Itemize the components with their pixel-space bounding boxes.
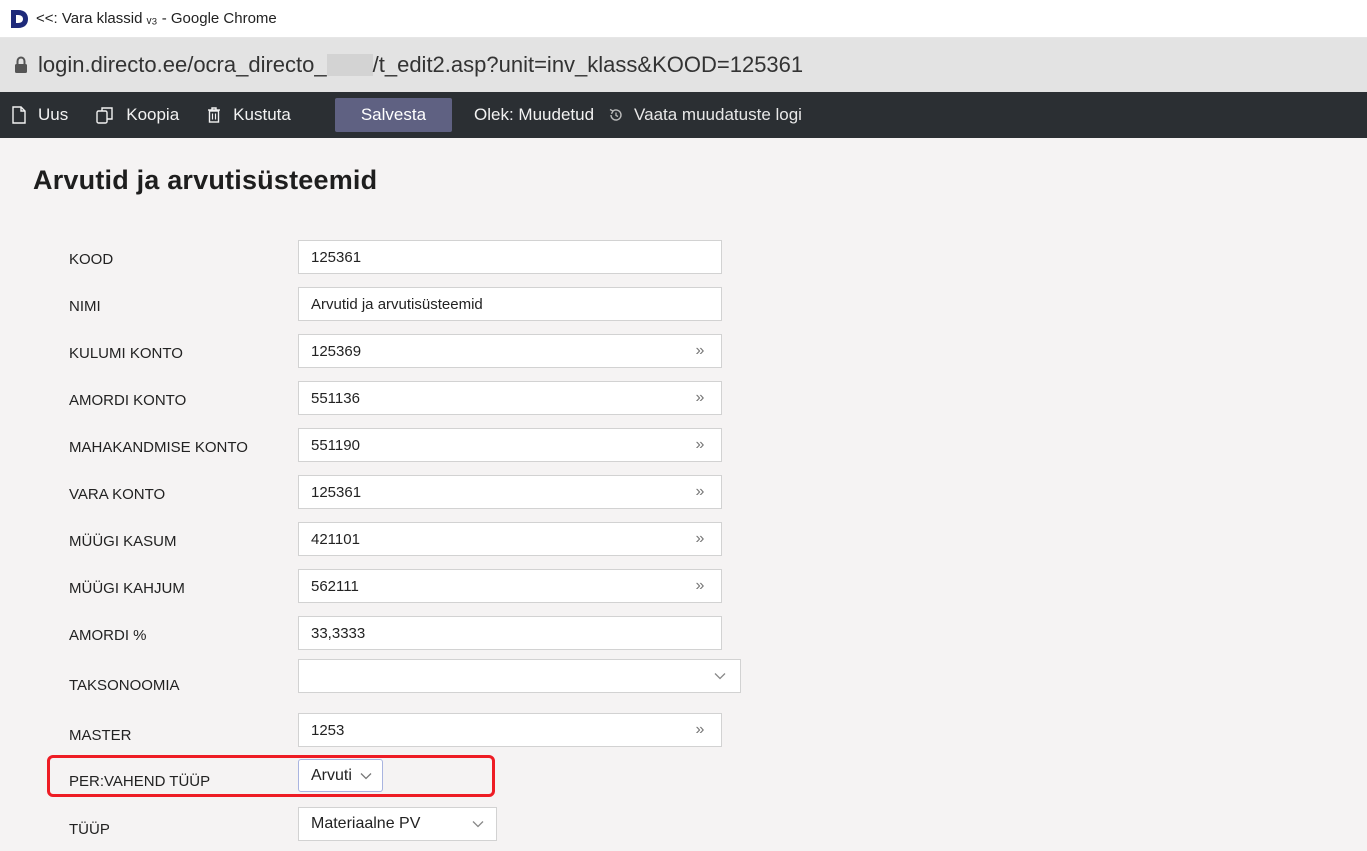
url-text-start: login.directo.ee/ocra_directo_ bbox=[38, 52, 327, 77]
amordi-konto-value: 551136 bbox=[311, 389, 360, 407]
delete-button-label: Kustuta bbox=[233, 105, 291, 124]
nimi-label: NIMI bbox=[69, 298, 101, 315]
window-titlebar: <<: Vara klassid ᵥ₃ - Google Chrome bbox=[0, 0, 1367, 38]
status-text: Olek: Muudetud bbox=[474, 105, 595, 124]
form-row-amordi-pct: AMORDI % 33,3333 bbox=[0, 616, 900, 656]
amordi-pct-value: 33,3333 bbox=[311, 624, 366, 642]
myygi-kasum-value: 421101 bbox=[311, 530, 360, 548]
lookup-icon[interactable]: » bbox=[685, 436, 715, 454]
per-vahend-tyyp-value: Arvuti bbox=[311, 766, 352, 784]
kood-field[interactable]: 125361 bbox=[298, 240, 722, 274]
chevron-down-icon bbox=[472, 821, 484, 828]
myygi-kahjum-value: 562111 bbox=[311, 577, 359, 595]
kulumi-konto-value: 125369 bbox=[311, 342, 362, 360]
form-row-nimi: NIMI Arvutid ja arvutisüsteemid bbox=[0, 287, 900, 327]
lookup-icon[interactable]: » bbox=[685, 389, 715, 407]
copy-icon bbox=[96, 107, 113, 124]
kood-label: KOOD bbox=[69, 251, 114, 268]
lookup-icon[interactable]: » bbox=[685, 342, 715, 360]
copy-button[interactable]: Koopia bbox=[96, 105, 179, 125]
nimi-value: Arvutid ja arvutisüsteemid bbox=[311, 295, 483, 313]
myygi-kahjum-label: MÜÜGI KAHJUM bbox=[69, 580, 185, 597]
lookup-icon[interactable]: » bbox=[685, 483, 715, 501]
change-log-label: Vaata muudatuste logi bbox=[634, 105, 802, 124]
page-title: Arvutid ja arvutisüsteemid bbox=[33, 165, 378, 195]
vara-konto-value: 125361 bbox=[311, 483, 362, 501]
mahakandmise-konto-value: 551190 bbox=[311, 436, 360, 454]
lookup-icon[interactable]: » bbox=[685, 577, 715, 595]
taksonoomia-select[interactable] bbox=[298, 659, 741, 693]
myygi-kasum-field[interactable]: 421101 » bbox=[298, 522, 722, 556]
form-row-taksonoomia: TAKSONOOMIA bbox=[0, 659, 900, 699]
tyyp-label: TÜÜP bbox=[69, 821, 110, 838]
lock-icon bbox=[15, 56, 27, 73]
copy-button-label: Koopia bbox=[126, 105, 180, 124]
chevron-down-icon bbox=[360, 772, 372, 779]
lookup-icon[interactable]: » bbox=[685, 721, 715, 739]
kulumi-konto-field[interactable]: 125369 » bbox=[298, 334, 722, 368]
form-row-vara-konto: VARA KONTO 125361 » bbox=[0, 475, 900, 515]
taksonoomia-label: TAKSONOOMIA bbox=[69, 677, 180, 694]
new-document-icon bbox=[12, 106, 26, 124]
form-row-master: MASTER 1253 » bbox=[0, 713, 900, 753]
directo-logo-icon bbox=[11, 9, 28, 28]
amordi-pct-label: AMORDI % bbox=[69, 627, 147, 644]
master-value: 1253 bbox=[311, 721, 345, 739]
save-button[interactable]: Salvesta bbox=[334, 98, 453, 132]
tyyp-select[interactable]: Materiaalne PV bbox=[298, 807, 497, 841]
mahakandmise-konto-label: MAHAKANDMISE KONTO bbox=[69, 439, 248, 456]
window-title: <<: Vara klassid ᵥ₃ - Google Chrome bbox=[36, 10, 277, 27]
master-label: MASTER bbox=[69, 727, 132, 744]
action-toolbar: Uus Koopia Kustuta Salvesta Olek: Muudet… bbox=[0, 92, 1367, 138]
url-text-end: /t_edit2.asp?unit=inv_klass&KOOD=125361 bbox=[372, 52, 804, 77]
myygi-kasum-label: MÜÜGI KASUM bbox=[69, 533, 177, 550]
lookup-icon[interactable]: » bbox=[685, 530, 715, 548]
master-field[interactable]: 1253 » bbox=[298, 713, 722, 747]
change-log-link[interactable]: Vaata muudatuste logi bbox=[608, 105, 802, 125]
form-row-amordi-konto: AMORDI KONTO 551136 » bbox=[0, 381, 900, 421]
per-vahend-tyyp-label: PER:VAHEND TÜÜP bbox=[69, 773, 211, 790]
amordi-pct-field[interactable]: 33,3333 bbox=[298, 616, 722, 650]
chevron-down-icon bbox=[714, 673, 726, 680]
address-bar[interactable]: login.directo.ee/ocra_directo_ /t_edit2.… bbox=[0, 38, 1367, 92]
amordi-konto-label: AMORDI KONTO bbox=[69, 392, 187, 409]
mahakandmise-konto-field[interactable]: 551190 » bbox=[298, 428, 722, 462]
per-vahend-tyyp-select[interactable]: Arvuti bbox=[298, 759, 383, 792]
form-row-tyyp: TÜÜP Materiaalne PV bbox=[0, 807, 900, 847]
myygi-kahjum-field[interactable]: 562111 » bbox=[298, 569, 722, 603]
kood-value: 125361 bbox=[311, 248, 362, 266]
nimi-field[interactable]: Arvutid ja arvutisüsteemid bbox=[298, 287, 722, 321]
form-row-mahakandmise-konto: MAHAKANDMISE KONTO 551190 » bbox=[0, 428, 900, 468]
form-row-kood: KOOD 125361 bbox=[0, 240, 900, 280]
form-row-kulumi-konto: KULUMI KONTO 125369 » bbox=[0, 334, 900, 374]
vara-konto-label: VARA KONTO bbox=[69, 486, 166, 503]
form-row-per-vahend-tyyp: PER:VAHEND TÜÜP Arvuti bbox=[0, 759, 900, 799]
form-row-myygi-kahjum: MÜÜGI KAHJUM 562111 » bbox=[0, 569, 900, 609]
url-redaction bbox=[326, 54, 373, 76]
amordi-konto-field[interactable]: 551136 » bbox=[298, 381, 722, 415]
vara-konto-field[interactable]: 125361 » bbox=[298, 475, 722, 509]
form-row-myygi-kasum: MÜÜGI KASUM 421101 » bbox=[0, 522, 900, 562]
trash-icon bbox=[208, 107, 221, 123]
kulumi-konto-label: KULUMI KONTO bbox=[69, 345, 183, 362]
history-icon bbox=[609, 108, 622, 121]
new-button[interactable]: Uus bbox=[12, 105, 68, 125]
new-button-label: Uus bbox=[38, 105, 69, 124]
delete-button[interactable]: Kustuta bbox=[207, 105, 291, 125]
tyyp-value: Materiaalne PV bbox=[311, 815, 421, 832]
